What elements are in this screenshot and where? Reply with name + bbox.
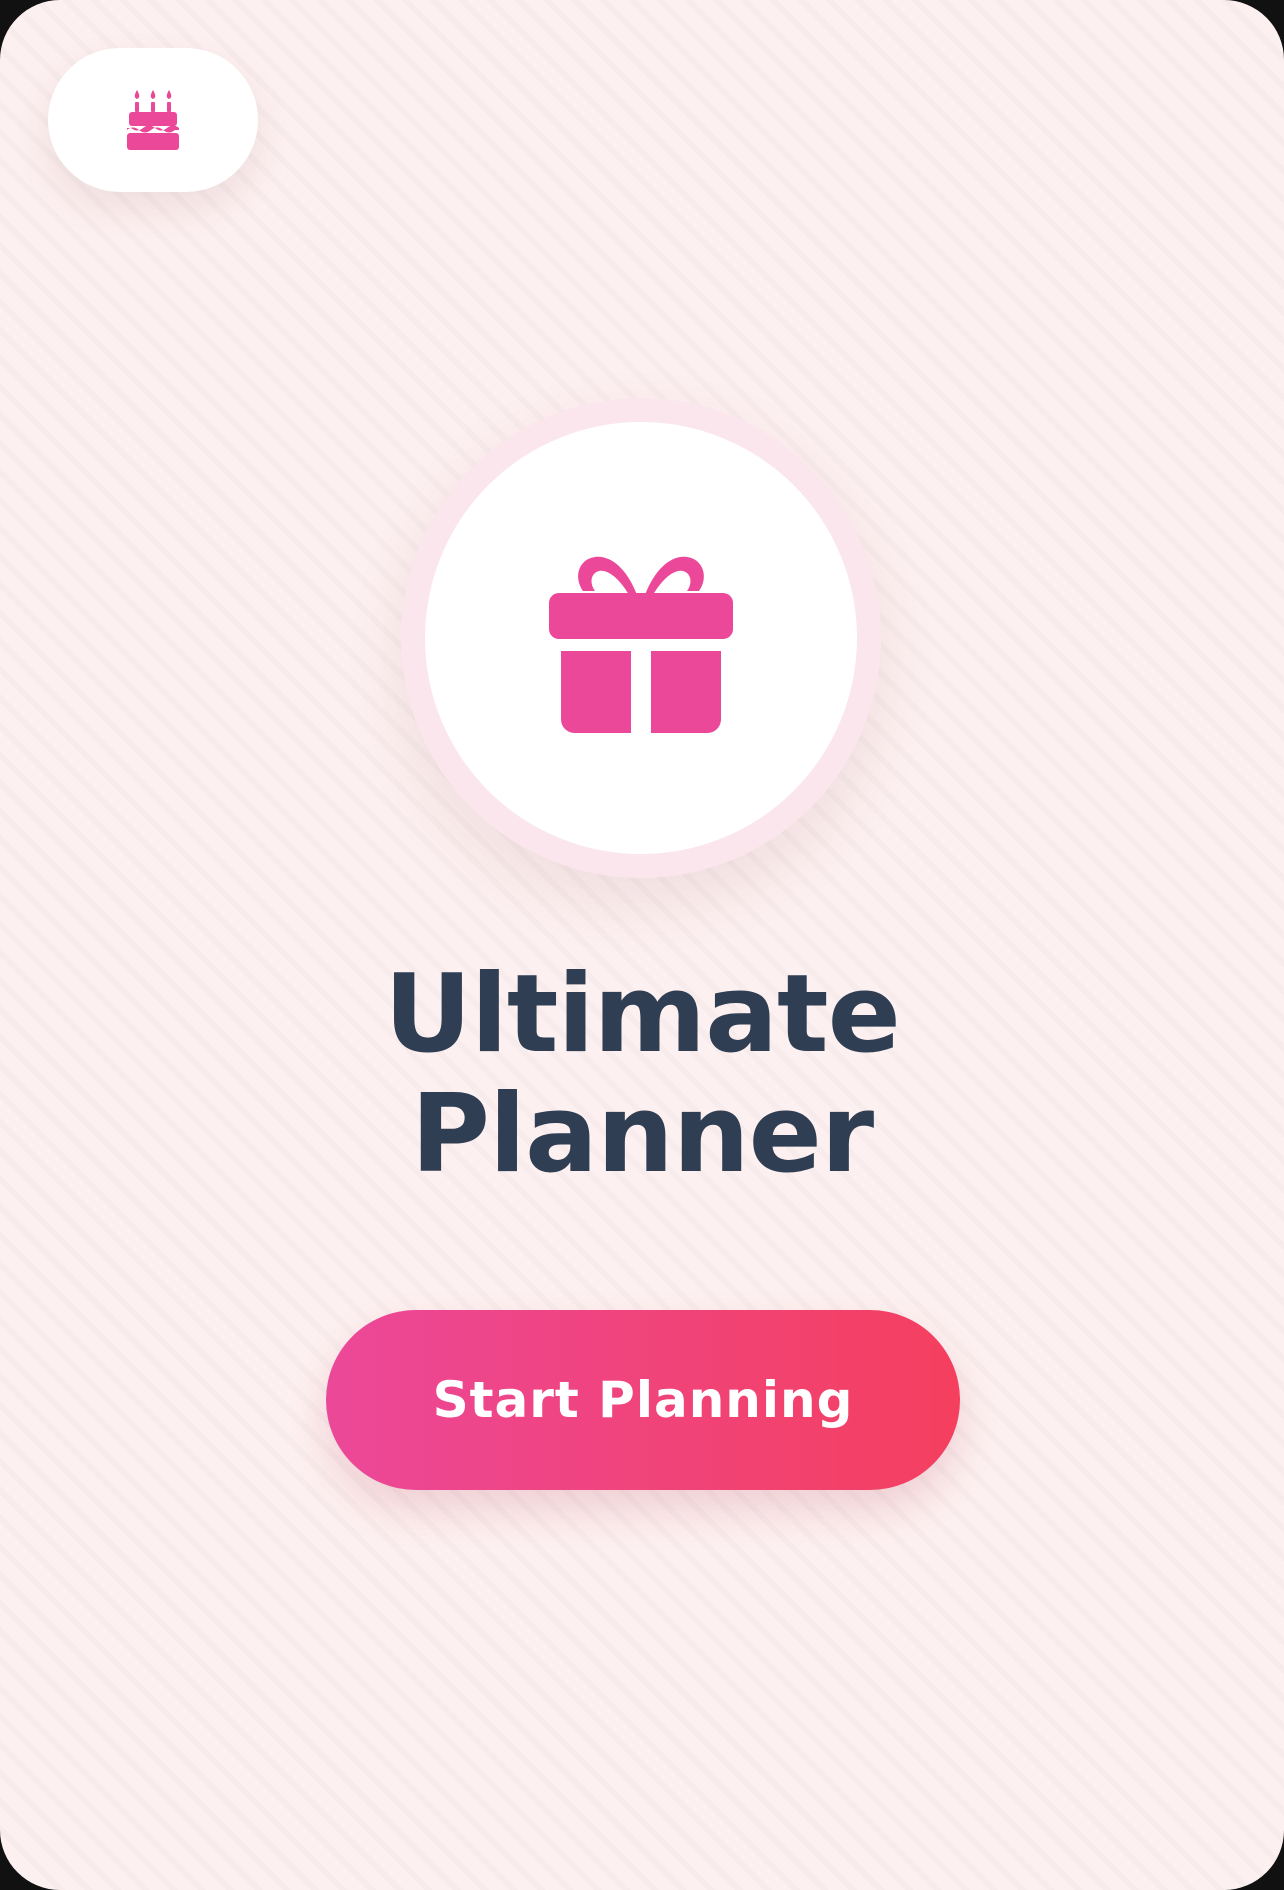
hero-circle <box>425 422 857 854</box>
splash-screen: Ultimate Planner Start Planning <box>0 0 1284 1890</box>
page-title: Ultimate Planner <box>0 955 1284 1195</box>
title-line-2: Planner <box>410 1072 874 1197</box>
cake-button[interactable] <box>48 48 258 192</box>
hero-badge <box>401 398 881 878</box>
gift-icon <box>549 543 733 733</box>
title-line-1: Ultimate <box>384 952 901 1077</box>
birthday-cake-icon <box>125 88 181 152</box>
start-planning-button[interactable]: Start Planning <box>326 1310 960 1490</box>
